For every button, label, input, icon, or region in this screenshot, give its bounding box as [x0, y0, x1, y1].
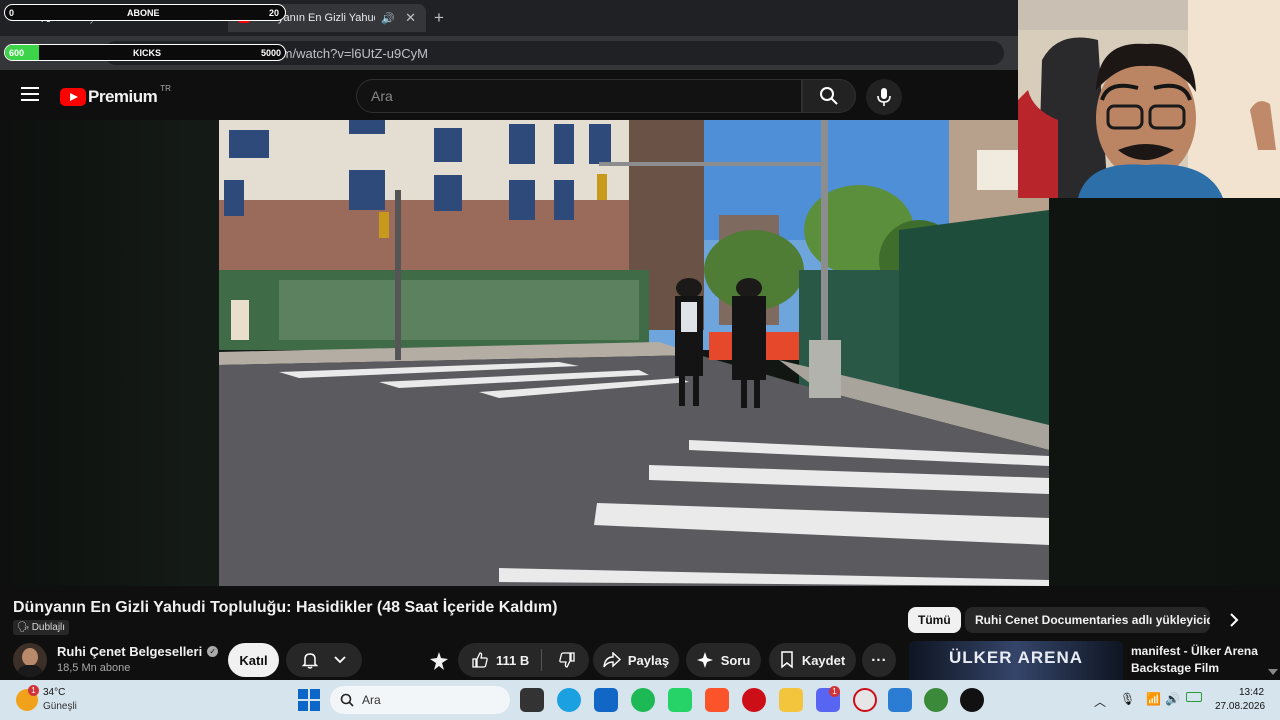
- goal-target-value: 5000: [260, 47, 281, 58]
- channel-name[interactable]: Ruhi Çenet Belgeselleri ✓: [57, 644, 219, 659]
- whatsapp-icon[interactable]: [668, 688, 692, 712]
- microphone-icon[interactable]: 🎙: [1120, 692, 1135, 706]
- bookmark-icon: [781, 651, 793, 669]
- search-icon: [340, 693, 354, 707]
- outlook-icon[interactable]: [888, 688, 912, 712]
- task-view-icon[interactable]: [520, 688, 544, 712]
- taskbar-search[interactable]: Ara: [330, 686, 510, 714]
- opera-gx-icon[interactable]: [853, 688, 877, 712]
- dislike-icon[interactable]: [558, 651, 576, 669]
- speaker-icon[interactable]: 🔊: [381, 12, 395, 25]
- scroll-down-arrow-icon[interactable]: [1268, 669, 1278, 675]
- save-label: Kaydet: [801, 652, 846, 668]
- edge-browser-icon[interactable]: [557, 688, 581, 712]
- join-label: Katıl: [239, 652, 268, 668]
- goal-label: ABONE: [127, 7, 160, 18]
- subscribed-notifications-button[interactable]: [286, 643, 362, 677]
- video-frame: [219, 120, 1049, 586]
- ask-button[interactable]: Soru: [686, 643, 761, 677]
- sparkle-bot-icon[interactable]: [428, 651, 450, 671]
- weather-temp: 34°C: [43, 687, 66, 698]
- like-count: 111 B: [496, 652, 530, 668]
- channel-avatar[interactable]: [13, 643, 47, 677]
- youtube-premium-logo[interactable]: Premium TR: [60, 83, 171, 107]
- recommended-thumbnail[interactable]: ÜLKER ARENA: [909, 641, 1123, 680]
- channel-name-text: Ruhi Çenet Belgeselleri: [57, 644, 203, 659]
- chrome-icon[interactable]: [924, 688, 948, 712]
- recommended-title[interactable]: manifest - Ülker Arena Backstage Film: [1131, 643, 1258, 677]
- chip-all[interactable]: Tümü: [908, 607, 961, 633]
- voice-search-button[interactable]: [866, 79, 902, 115]
- dubbed-badge: 🗣 Dublajlı: [13, 620, 70, 635]
- menu-icon[interactable]: [21, 87, 39, 101]
- chip-label: Tümü: [918, 613, 951, 627]
- video-player[interactable]: [219, 120, 1049, 586]
- webcam-feed: [1018, 0, 1280, 198]
- clock-time[interactable]: 13:42: [1239, 687, 1264, 698]
- taskbar-search-label: Ara: [362, 693, 381, 707]
- share-button[interactable]: Paylaş: [593, 643, 679, 677]
- discord-badge: 1: [829, 686, 840, 697]
- clock-date[interactable]: 27.08.2026: [1215, 701, 1265, 712]
- like-dislike-group: 111 B: [458, 643, 589, 677]
- more-icon: ...: [871, 647, 887, 665]
- goal-start-value: 0: [9, 7, 15, 18]
- show-hidden-icons[interactable]: ︿: [1094, 693, 1106, 710]
- chip-uploader[interactable]: Ruhi Cenet Documentaries adlı yükleyicid…: [965, 607, 1210, 633]
- goal-target-value: 20: [268, 7, 279, 18]
- share-label: Paylaş: [627, 652, 670, 668]
- recommended-title-line1: manifest - Ülker Arena: [1131, 644, 1258, 658]
- spotify-icon[interactable]: [631, 688, 655, 712]
- subscriber-count: 18,5 Mn abone: [57, 662, 131, 674]
- dubbed-icon: 🗣: [17, 622, 30, 633]
- obs-icon[interactable]: [960, 688, 984, 712]
- save-button[interactable]: Kaydet: [769, 643, 856, 677]
- goal-start-value: 600: [9, 47, 25, 58]
- recommended-title-line2: Backstage Film: [1131, 661, 1220, 675]
- more-actions-button[interactable]: ...: [862, 643, 896, 677]
- opera-icon[interactable]: [742, 688, 766, 712]
- wifi-icon[interactable]: 📶: [1146, 692, 1161, 706]
- ask-label: Soru: [720, 652, 751, 668]
- microphone-icon: [877, 88, 891, 106]
- new-tab-button[interactable]: +: [434, 8, 444, 28]
- file-explorer-icon[interactable]: [779, 688, 803, 712]
- webcam-overlay: [1018, 0, 1280, 198]
- verified-icon: ✓: [207, 646, 219, 657]
- share-icon: [603, 652, 621, 668]
- kicks-goal-widget: 600 KICKS 5000: [4, 44, 286, 61]
- like-divider: [541, 649, 543, 671]
- app-icon[interactable]: [594, 688, 618, 712]
- chip-label: Ruhi Cenet Documentaries adlı yükleyicid…: [975, 613, 1210, 627]
- thumbnail-text: ÜLKER ARENA: [948, 648, 1084, 667]
- search-placeholder: Ara: [371, 88, 393, 104]
- search-button[interactable]: [802, 79, 856, 113]
- close-tab-icon[interactable]: ✕: [405, 10, 416, 26]
- sparkle-icon: [696, 652, 713, 668]
- logo-region: TR: [160, 83, 171, 93]
- goal-label: KICKS: [133, 47, 162, 58]
- chevron-right-icon[interactable]: [1224, 610, 1244, 630]
- weather-badge: 1: [28, 685, 39, 696]
- brave-icon[interactable]: [705, 688, 729, 712]
- logo-text: Premium: [88, 87, 158, 106]
- windows-taskbar: 1 34°C Güneşli Ara 1 ︿ 🎙 📶 🔊 13:42 27.08…: [0, 680, 1280, 720]
- subscriber-goal-widget: 0 ABONE 20: [4, 4, 286, 21]
- windows-start-icon[interactable]: [298, 689, 320, 711]
- join-button[interactable]: Katıl: [228, 643, 279, 677]
- youtube-logo-icon: [60, 88, 86, 106]
- weather-desc: Güneşli: [43, 701, 77, 712]
- dubbed-label: Dublajlı: [31, 622, 66, 633]
- bell-icon: [301, 653, 319, 669]
- search-icon: [820, 87, 838, 105]
- like-icon[interactable]: [471, 651, 489, 669]
- volume-icon[interactable]: 🔊: [1165, 692, 1180, 706]
- chevron-down-icon: [334, 656, 346, 664]
- search-input[interactable]: Ara: [356, 79, 802, 113]
- battery-icon[interactable]: [1186, 692, 1202, 702]
- video-title: Dünyanın En Gizli Yahudi Topluluğu: Hasi…: [13, 599, 558, 616]
